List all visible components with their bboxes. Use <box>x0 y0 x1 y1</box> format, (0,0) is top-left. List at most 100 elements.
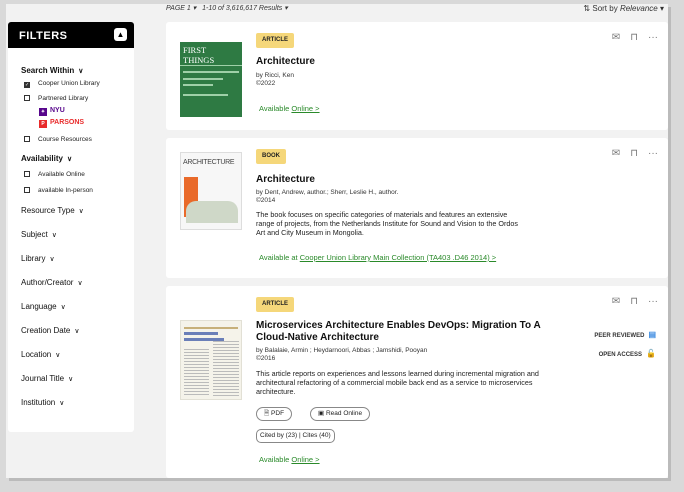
facet-institution[interactable]: Institution ∨ <box>21 398 64 407</box>
chevron-down-icon: ∨ <box>74 328 80 335</box>
chevron-down-icon: ∨ <box>78 68 84 75</box>
facet-creation-date[interactable]: Creation Date ∨ <box>21 326 79 335</box>
chevron-down-icon: ∨ <box>59 400 65 407</box>
facet-author-creator[interactable]: Author/Creator ∨ <box>21 278 83 287</box>
result-meta: by Balalaie, Armin ; Heydarnoori, Abbas … <box>256 347 427 362</box>
option-cooper-union-library[interactable]: ✓ Cooper Union Library <box>24 80 100 88</box>
cover-thumbnail[interactable]: ARCHITECTURE <box>180 152 242 230</box>
checkbox-icon[interactable] <box>24 187 30 193</box>
facet-resource-type[interactable]: Resource Type ∨ <box>21 206 84 215</box>
bookmark-icon[interactable]: ⊓ <box>630 296 638 307</box>
option-partnered-library[interactable]: Partnered Library <box>24 95 88 102</box>
filters-title: FILTERS <box>19 30 68 42</box>
page-info: PAGE 1 ▾ 1-10 of 3,616,617 Results ▾ <box>166 5 288 12</box>
facet-subject[interactable]: Subject ∨ <box>21 230 57 239</box>
cover-title: ARCHITECTURE <box>183 159 235 166</box>
book-icon: ▣ <box>318 410 325 417</box>
result-byline: by Dent, Andrew, author.; Sherr, Leslie … <box>256 189 399 196</box>
card-actions: ✉ ⊓ ··· <box>602 32 658 43</box>
availability-line: Available Online > <box>259 455 320 464</box>
checkbox-icon[interactable] <box>24 136 30 142</box>
bookmark-icon[interactable]: ⊓ <box>630 148 638 159</box>
collapse-chevron-icon[interactable]: ▲ <box>114 28 127 41</box>
facet-journal-title[interactable]: Journal Title ∨ <box>21 374 73 383</box>
result-title[interactable]: Architecture <box>256 174 556 185</box>
result-meta: by Ricci, Ken ©2022 <box>256 72 294 87</box>
result-year: ©2022 <box>256 79 276 87</box>
result-card[interactable]: ARTICLE Microservices Architecture Enabl… <box>166 286 668 478</box>
chevron-down-icon: ∨ <box>78 208 84 215</box>
nyu-torch-icon: ✦ <box>39 108 47 116</box>
result-year: ©2014 <box>256 196 276 204</box>
checkbox-icon[interactable] <box>24 171 30 177</box>
sort-icon: ⇅ <box>583 4 591 13</box>
availability-link[interactable]: Cooper Union Library Main Collection (TA… <box>300 253 496 262</box>
cites-link[interactable]: Cites (40) <box>303 432 331 439</box>
facet-language[interactable]: Language ∨ <box>21 302 66 311</box>
email-icon[interactable]: ✉ <box>612 32 620 43</box>
result-year: ©2016 <box>256 354 276 362</box>
parsons-logo: P PARSONS <box>39 119 84 128</box>
chevron-down-icon: ∨ <box>55 352 61 359</box>
option-course-resources[interactable]: Course Resources <box>24 136 92 143</box>
pdf-icon: 🗎 <box>264 410 270 417</box>
option-available-in-person[interactable]: available In-person <box>24 187 93 194</box>
open-lock-icon: 🔓 <box>646 349 656 358</box>
result-card[interactable]: FIRST THINGS ARTICLE Architecture by Ric… <box>166 22 668 130</box>
email-icon[interactable]: ✉ <box>612 296 620 307</box>
card-actions: ✉ ⊓ ··· <box>602 296 658 307</box>
result-title[interactable]: Architecture <box>256 56 556 67</box>
open-access-label: OPEN ACCESS 🔓 <box>598 349 656 358</box>
filters-sidebar: FILTERS ▲ Search Within ∨ ✓ Cooper Union L… <box>8 22 134 432</box>
peer-reviewed-label: PEER REVIEWED ▤ <box>594 330 656 339</box>
pdf-button[interactable]: 🗎 PDF <box>256 407 293 421</box>
facet-library[interactable]: Library ∨ <box>21 254 55 263</box>
chevron-down-icon: ∨ <box>60 304 66 311</box>
availability-link[interactable]: Online > <box>291 455 319 464</box>
chevron-down-icon: ∨ <box>77 280 83 287</box>
checkbox-icon[interactable] <box>24 95 30 101</box>
availability-line: Available at Cooper Union Library Main C… <box>259 253 497 262</box>
result-abstract: This article reports on experiences and … <box>256 369 539 396</box>
result-byline: by Balalaie, Armin ; Heydarnoori, Abbas … <box>256 347 428 354</box>
result-meta: by Dent, Andrew, author.; Sherr, Leslie … <box>256 189 398 204</box>
cover-title: FIRST THINGS <box>180 42 242 66</box>
checkbox-checked-icon[interactable]: ✓ <box>24 82 30 88</box>
citations-group: Cited by (23) | Cites (40) <box>256 429 335 443</box>
cover-thumbnail[interactable]: FIRST THINGS <box>180 42 242 117</box>
result-title[interactable]: Microservices Architecture Enables DevOp… <box>256 320 556 344</box>
filters-header: FILTERS ▲ <box>8 22 134 48</box>
availability-line: Available Online > <box>259 104 320 113</box>
type-badge: ARTICLE <box>256 297 294 312</box>
chevron-down-icon: ∨ <box>66 156 73 163</box>
email-icon[interactable]: ✉ <box>612 148 620 159</box>
more-options-icon[interactable]: ··· <box>648 148 658 159</box>
section-search-within[interactable]: Search Within ∨ <box>21 66 83 75</box>
availability-link[interactable]: Online > <box>291 104 319 113</box>
sort-control[interactable]: ⇅ Sort by Relevance ▾ <box>583 4 664 13</box>
result-abstract: The book focuses on specific categories … <box>256 210 518 237</box>
chevron-down-icon: ∨ <box>51 232 57 239</box>
parsons-mark-icon: P <box>39 120 47 128</box>
bookmark-icon[interactable]: ⊓ <box>630 32 638 43</box>
chevron-down-icon: ∨ <box>49 256 55 263</box>
nyu-logo: ✦ NYU <box>39 107 65 116</box>
facet-location[interactable]: Location ∨ <box>21 350 60 359</box>
result-byline: by Ricci, Ken <box>256 72 294 79</box>
results-count: 1-10 of 3,616,617 Results <box>202 5 283 12</box>
section-availability[interactable]: Availability ∨ <box>21 154 72 163</box>
cover-thumbnail[interactable] <box>180 320 242 400</box>
type-badge: ARTICLE <box>256 33 294 48</box>
card-actions: ✉ ⊓ ··· <box>602 148 658 159</box>
results-toolbar: PAGE 1 ▾ 1-10 of 3,616,617 Results ▾ ⇅ S… <box>6 4 668 18</box>
more-options-icon[interactable]: ··· <box>648 32 658 43</box>
sort-prefix: Sort by <box>592 4 618 13</box>
chevron-down-icon: ∨ <box>68 376 74 383</box>
result-card[interactable]: ARCHITECTURE BOOK Architecture by Dent, … <box>166 138 668 278</box>
more-options-icon[interactable]: ··· <box>648 296 658 307</box>
page-selector[interactable]: PAGE 1 ▾ <box>166 5 196 12</box>
read-online-button[interactable]: ▣ Read Online <box>310 407 371 421</box>
option-available-online[interactable]: Available Online <box>24 171 85 178</box>
type-badge: BOOK <box>256 149 286 164</box>
cited-by-link[interactable]: Cited by (23) <box>260 432 297 439</box>
